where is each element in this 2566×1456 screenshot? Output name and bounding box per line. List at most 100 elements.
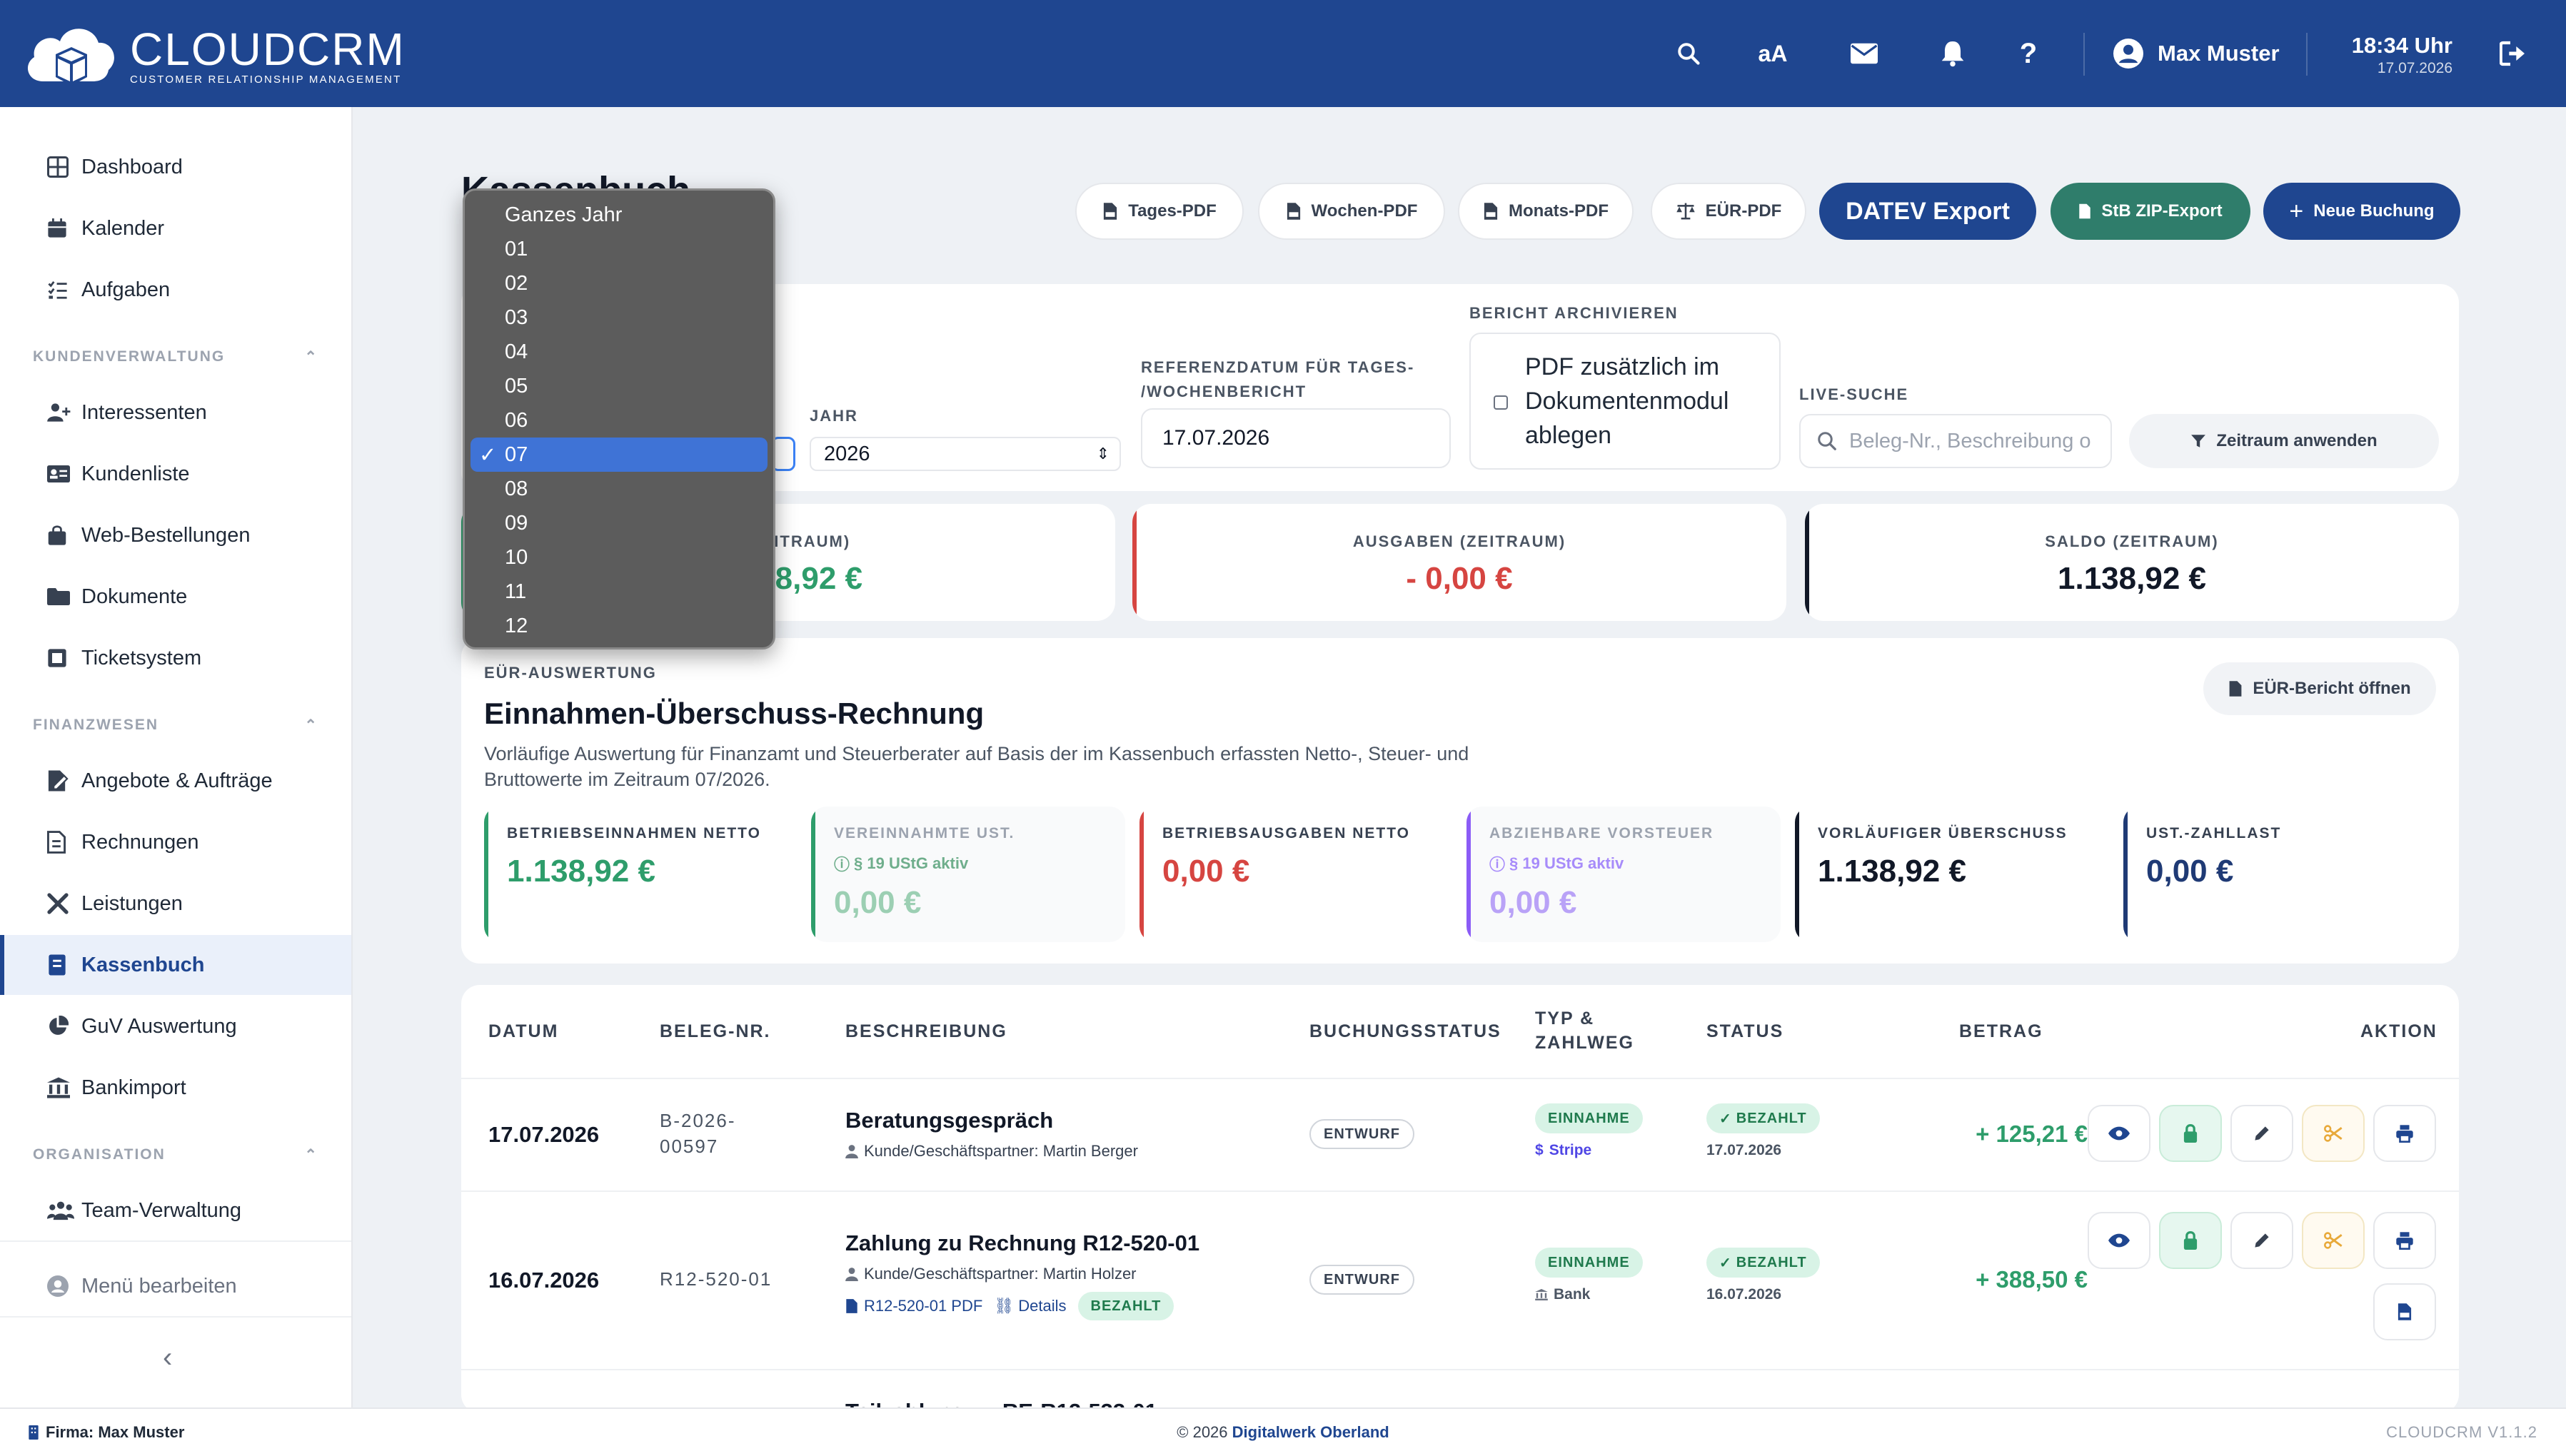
dropdown-option[interactable]: 01: [471, 232, 768, 266]
col-header-betrag[interactable]: BETRAG: [1959, 1019, 2043, 1043]
sidebar-item-dokumente[interactable]: Dokumente: [0, 567, 351, 627]
sidebar-item-guv[interactable]: GuV Auswertung: [0, 996, 351, 1056]
month-dropdown[interactable]: Ganzes Jahr 01 02 03 04 05 06 ✓ 07 08 09…: [463, 188, 775, 649]
logout-icon[interactable]: [2496, 36, 2532, 71]
dropdown-option[interactable]: 03: [471, 300, 768, 335]
kpi-label: BETRIEBSEINNAHMEN NETTO: [507, 825, 761, 841]
col-header-beschreibung[interactable]: BESCHREIBUNG: [845, 1019, 1007, 1043]
dropdown-option[interactable]: 02: [471, 266, 768, 300]
section-label: ORGANISATION: [33, 1146, 166, 1163]
view-button[interactable]: [2088, 1105, 2150, 1162]
eur-pdf-button[interactable]: EÜR-PDF: [1651, 183, 1806, 240]
referenzdatum-input[interactable]: 17.07.2026: [1141, 408, 1451, 468]
dropdown-option[interactable]: 04: [471, 335, 768, 369]
table-row[interactable]: 17.07.2026 B-2026- 00597 Beratungsgesprä…: [461, 1078, 2459, 1190]
archiv-checkbox-container[interactable]: PDF zusätzlich im Dokumentenmodul ablege…: [1469, 333, 1781, 470]
search-icon[interactable]: [1671, 36, 1706, 71]
col-header-buchungsstatus[interactable]: BUCHUNGSSTATUS: [1309, 1019, 1501, 1043]
copyright-text: © 2026: [1177, 1423, 1228, 1441]
users-icon: [47, 1201, 74, 1220]
bell-icon[interactable]: [1935, 36, 1971, 71]
tages-pdf-button[interactable]: Tages-PDF: [1075, 183, 1244, 240]
col-header-beleg[interactable]: BELEG-NR.: [660, 1019, 771, 1043]
details-link[interactable]: ⛓ Details: [994, 1297, 1066, 1315]
chevron-up-icon: ⌃: [304, 717, 318, 734]
eur-bericht-button[interactable]: EÜR-Bericht öffnen: [2203, 662, 2436, 715]
version-text: CLOUDCRM V1.1.2: [2386, 1423, 2537, 1441]
sidebar-item-kalender[interactable]: Kalender: [0, 198, 351, 258]
table-row[interactable]: 16.07.2026 R12-520-01 Zahlung zu Rechnun…: [461, 1190, 2459, 1369]
sidebar-item-web-bestellungen[interactable]: Web-Bestellungen: [0, 505, 351, 565]
pdf-link[interactable]: R12-520-01 PDF: [845, 1297, 982, 1315]
wochen-pdf-button[interactable]: Wochen-PDF: [1258, 183, 1445, 240]
row-buchungsstatus: ENTWURF: [1309, 1265, 1414, 1295]
row-amount: + 125,21 €: [1976, 1121, 2088, 1147]
dropdown-option-selected[interactable]: ✓ 07: [471, 438, 768, 472]
sidebar-item-kassenbuch[interactable]: Kassenbuch: [0, 935, 351, 995]
file-pdf-icon: [2398, 1303, 2412, 1320]
accent-bar: [2123, 807, 2128, 942]
user-menu[interactable]: Max Muster: [2113, 39, 2280, 69]
live-search-input[interactable]: Beleg-Nr., Beschreibung o: [1799, 414, 2112, 468]
col-header-typ[interactable]: TYP & ZAHLWEG: [1535, 1006, 1634, 1055]
edit-button[interactable]: [2230, 1212, 2293, 1269]
zeitraum-anwenden-button[interactable]: Zeitraum anwenden: [2129, 414, 2439, 468]
split-button[interactable]: [2302, 1105, 2365, 1162]
dropdown-option[interactable]: 11: [471, 575, 768, 609]
collapse-sidebar-icon[interactable]: ‹: [163, 1342, 172, 1374]
dropdown-option[interactable]: 09: [471, 506, 768, 540]
neue-buchung-button[interactable]: + Neue Buchung: [2263, 183, 2460, 240]
divider: [0, 1316, 351, 1318]
sidebar-item-bankimport[interactable]: Bankimport: [0, 1058, 351, 1118]
sidebar-item-ticketsystem[interactable]: Ticketsystem: [0, 628, 351, 688]
lock-button[interactable]: [2159, 1212, 2222, 1269]
company-link[interactable]: Digitalwerk Oberland: [1232, 1423, 1389, 1441]
sidebar-item-label: Kalender: [81, 216, 165, 240]
section-header-finanzwesen[interactable]: FINANZWESEN ⌃: [33, 717, 318, 734]
table-row[interactable]: Teilzahlung zu RE-R12-533-01: [461, 1369, 2459, 1413]
row-partner: Kunde/Geschäftspartner: Martin Berger: [845, 1142, 1138, 1161]
print-button[interactable]: [2373, 1212, 2436, 1269]
pdf-link-text: R12-520-01 PDF: [864, 1297, 983, 1315]
edit-button[interactable]: [2230, 1105, 2293, 1162]
dropdown-option[interactable]: 12: [471, 609, 768, 643]
edit-menu-button[interactable]: Menü bearbeiten: [0, 1256, 351, 1316]
section-header-organisation[interactable]: ORGANISATION ⌃: [33, 1146, 318, 1164]
print-button[interactable]: [2373, 1105, 2436, 1162]
row-status: ✓ BEZAHLT 16.07.2026: [1706, 1248, 1820, 1303]
lock-button[interactable]: [2159, 1105, 2222, 1162]
accent-bar: [811, 807, 815, 942]
row-links: R12-520-01 PDF ⛓ Details BEZAHLT: [845, 1292, 1199, 1320]
sidebar-item-interessenten[interactable]: Interessenten: [0, 383, 351, 443]
dropdown-option[interactable]: 05: [471, 369, 768, 403]
scissors-icon: [2324, 1232, 2343, 1249]
sidebar-item-kundenliste[interactable]: Kundenliste: [0, 444, 351, 504]
split-button[interactable]: [2302, 1212, 2365, 1269]
dropdown-option[interactable]: 06: [471, 403, 768, 438]
sidebar-item-rechnungen[interactable]: Rechnungen: [0, 812, 351, 872]
sidebar-item-aufgaben[interactable]: Aufgaben: [0, 260, 351, 320]
stb-zip-export-button[interactable]: StB ZIP-Export: [2051, 183, 2250, 240]
help-icon[interactable]: ?: [2011, 36, 2046, 71]
datev-export-button[interactable]: DATEV Export: [1819, 183, 2036, 240]
view-button[interactable]: [2088, 1212, 2150, 1269]
section-header-kundenverwaltung[interactable]: KUNDENVERWALTUNG ⌃: [33, 348, 318, 366]
archiv-checkbox[interactable]: [1494, 395, 1508, 410]
font-size-button[interactable]: aA: [1755, 36, 1791, 71]
sidebar-item-team-verwaltung[interactable]: Team-Verwaltung: [0, 1181, 351, 1240]
sidebar-item-angebote[interactable]: Angebote & Aufträge: [0, 751, 351, 811]
sidebar-item-dashboard[interactable]: Dashboard: [0, 137, 351, 197]
logo[interactable]: CLOUDCRM CUSTOMER RELATIONSHIP MANAGEMEN…: [21, 20, 406, 91]
pdf-button[interactable]: [2373, 1283, 2436, 1340]
sidebar-item-leistungen[interactable]: Leistungen: [0, 874, 351, 934]
col-header-datum[interactable]: DATUM: [488, 1019, 558, 1043]
dropdown-option[interactable]: 10: [471, 540, 768, 575]
jahr-select[interactable]: 2026 ⇕: [810, 437, 1121, 471]
mail-icon[interactable]: [1846, 36, 1882, 71]
dropdown-option[interactable]: Ganzes Jahr: [471, 198, 768, 232]
dropdown-option[interactable]: 08: [471, 472, 768, 506]
row-status: ✓ BEZAHLT 17.07.2026: [1706, 1103, 1820, 1159]
col-header-status[interactable]: STATUS: [1706, 1019, 1783, 1043]
monats-pdf-button[interactable]: Monats-PDF: [1458, 183, 1634, 240]
kpi-ueberschuss: VORLÄUFIGER ÜBERSCHUSS 1.138,92 €: [1795, 807, 2109, 942]
